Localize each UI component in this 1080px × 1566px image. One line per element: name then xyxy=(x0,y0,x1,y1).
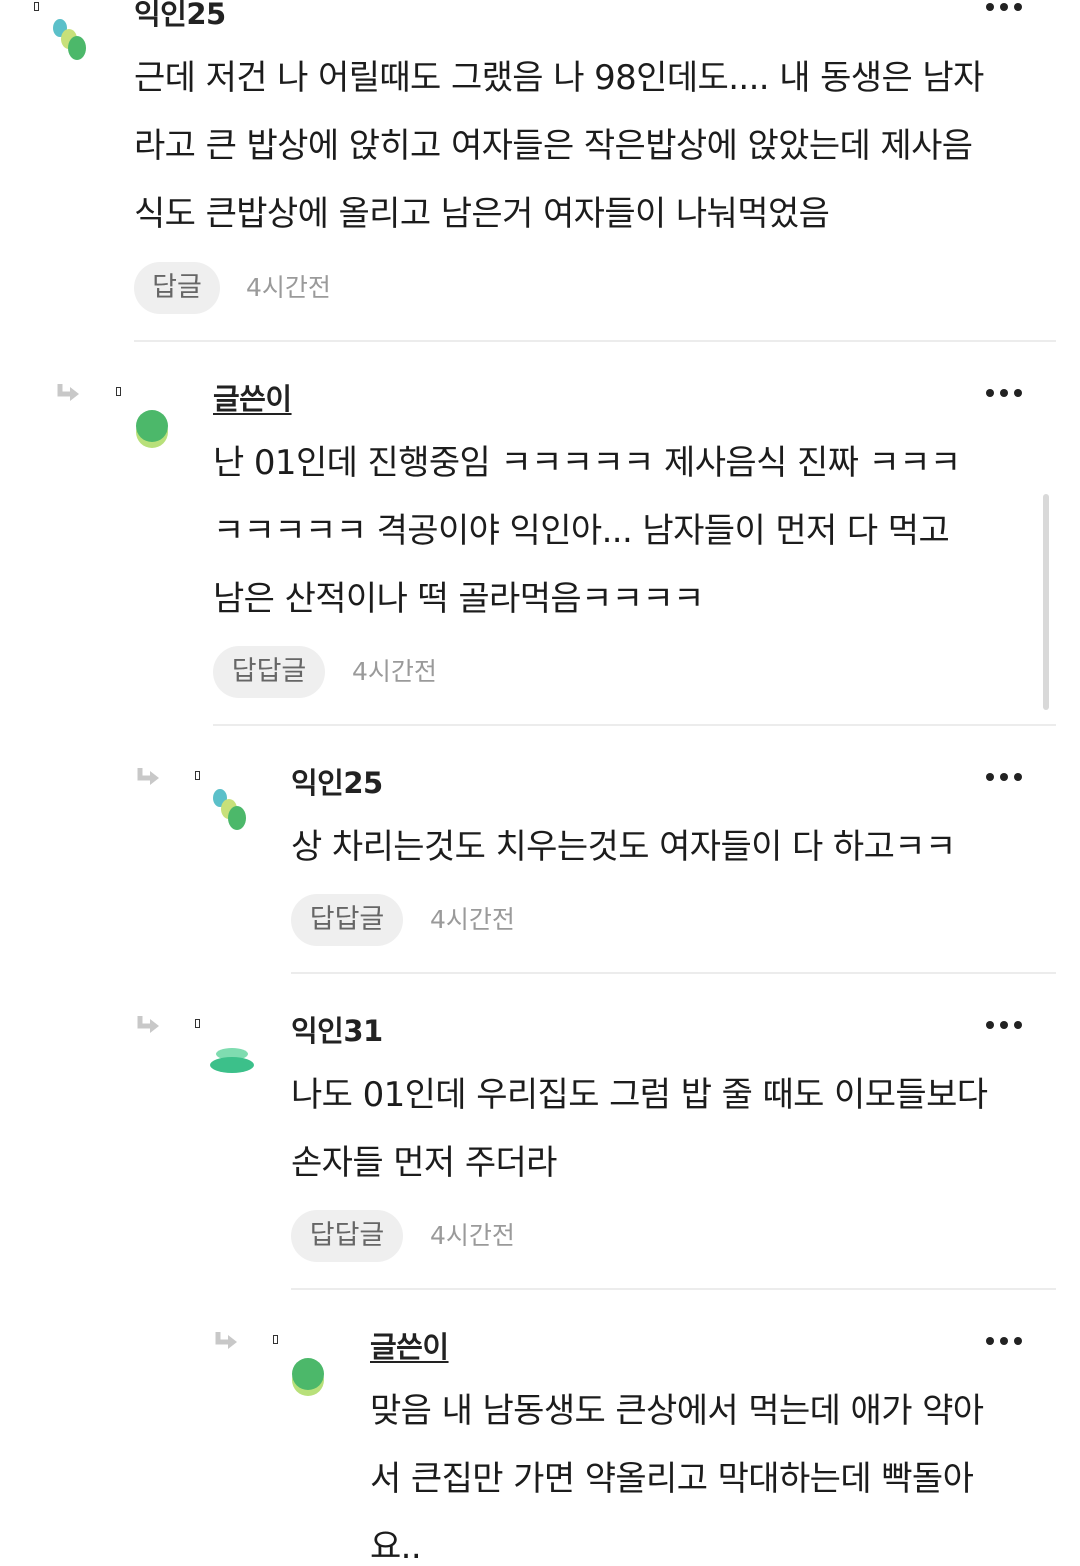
reply-arrow-icon xyxy=(57,384,79,401)
indicator-icon xyxy=(273,1335,278,1344)
more-options-icon[interactable] xyxy=(986,1020,1022,1030)
divider xyxy=(213,724,1056,726)
more-options-icon[interactable] xyxy=(986,1336,1022,1346)
comment-body: 나도 01인데 우리집도 그럼 밥 줄 때도 이모들보다 손자들 먼저 주더라 xyxy=(291,1075,988,1183)
reply-button[interactable]: 답답글 xyxy=(291,1210,403,1262)
avatar xyxy=(292,1358,324,1396)
reply-arrow-icon xyxy=(137,1016,159,1033)
avatar xyxy=(210,1048,254,1073)
comment-thread: 익인25 근데 저건 나 어릴때도 그랬음 나 98인데도.... 내 동생은 … xyxy=(0,0,1080,1566)
comment-body: 난 01인데 진행중임 ㅋㅋㅋㅋㅋ 제사음식 진짜 ㅋㅋㅋ ㅋㅋㅋㅋㅋ 격공이야… xyxy=(213,443,961,619)
comment-body: 근데 저건 나 어릴때도 그랬음 나 98인데도.... 내 동생은 남자 라고… xyxy=(134,58,984,234)
reply-button[interactable]: 답답글 xyxy=(291,894,403,946)
comment-body: 맞음 내 남동생도 큰상에서 먹는데 애가 약아 서 큰집만 가면 약올리고 막… xyxy=(370,1391,984,1566)
more-options-icon[interactable] xyxy=(986,388,1022,398)
timestamp: 4시간전 xyxy=(352,657,437,686)
divider xyxy=(291,1288,1056,1290)
divider xyxy=(134,340,1056,342)
reply-arrow-icon xyxy=(137,768,159,785)
timestamp: 4시간전 xyxy=(430,1221,515,1250)
avatar xyxy=(213,789,246,830)
comment-author[interactable]: 익인25 xyxy=(134,0,226,32)
indicator-icon xyxy=(195,771,200,780)
more-options-icon[interactable] xyxy=(986,772,1022,782)
comment-body: 상 차리는것도 치우는것도 여자들이 다 하고ㅋㅋ xyxy=(291,827,956,867)
indicator-icon xyxy=(195,1019,200,1028)
indicator-icon xyxy=(116,387,121,396)
reply-button[interactable]: 답답글 xyxy=(213,646,325,698)
divider xyxy=(291,972,1056,974)
reply-arrow-icon xyxy=(215,1332,237,1349)
timestamp: 4시간전 xyxy=(246,273,331,302)
comment-author[interactable]: 글쓴이 xyxy=(213,381,292,417)
comment-author[interactable]: 익인25 xyxy=(291,765,383,801)
comment-author[interactable]: 익인31 xyxy=(291,1013,383,1049)
comment-author[interactable]: 글쓴이 xyxy=(370,1329,449,1365)
indicator-icon xyxy=(34,2,39,11)
timestamp: 4시간전 xyxy=(430,905,515,934)
reply-button[interactable]: 답글 xyxy=(134,262,220,314)
avatar xyxy=(53,19,86,60)
more-options-icon[interactable] xyxy=(986,2,1022,12)
avatar xyxy=(136,410,168,448)
scrollbar[interactable] xyxy=(1043,494,1049,710)
